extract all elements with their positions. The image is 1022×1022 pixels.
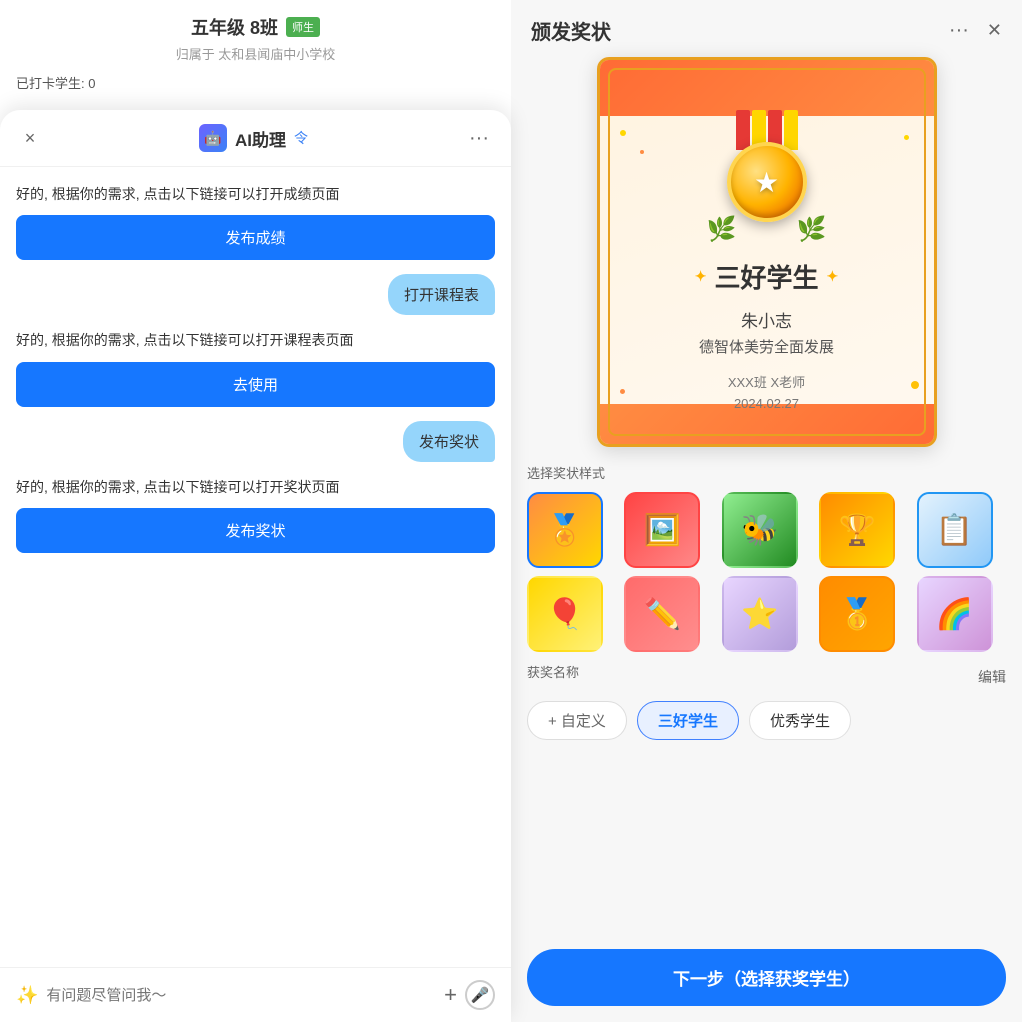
bot-text-1: 好的, 根据你的需求, 点击以下链接可以打开成绩页面: [16, 183, 495, 205]
template-item-5[interactable]: 📋: [917, 492, 993, 568]
decor-dot-3: [904, 135, 909, 140]
ribbon-red: [736, 110, 750, 150]
bot-text-2: 好的, 根据你的需求, 点击以下链接可以打开课程表页面: [16, 329, 495, 351]
ai-sparkle-icon: ✨: [16, 985, 38, 1006]
cert-top-bar: [600, 60, 934, 116]
award-close-button[interactable]: ✕: [987, 20, 1002, 41]
ai-input-bar: ✨ + 🎤: [0, 967, 511, 1022]
template-item-4[interactable]: 🏆: [819, 492, 895, 568]
left-panel: 五年级 8班 师生 归属于 太和县闻庙中小学校 已打卡学生: 0 × 🤖 AI助…: [0, 0, 511, 1022]
award-name-section: 获奖名称 编辑 + 自定义 三好学生 优秀学生: [511, 662, 1022, 752]
template-thumb-10: 🌈: [919, 578, 991, 650]
cert-award-name: ✦ 三好学生 ✦: [695, 258, 838, 295]
publish-award-button[interactable]: 发布奖状: [16, 508, 495, 553]
user-message-2: 发布奖状: [403, 421, 495, 462]
template-item-8[interactable]: ⭐: [722, 576, 798, 652]
award-more-button[interactable]: ···: [945, 19, 973, 42]
ai-icon: 🤖: [199, 124, 227, 152]
decor-dot-1: [620, 130, 626, 136]
award-header-right: ··· ✕: [945, 19, 1002, 42]
template-item-3[interactable]: 🐝: [722, 492, 798, 568]
bot-message-1: 好的, 根据你的需求, 点击以下链接可以打开成绩页面 发布成绩: [16, 183, 495, 260]
template-thumb-3: 🐝: [724, 494, 796, 566]
publish-grades-button[interactable]: 发布成绩: [16, 215, 495, 260]
more-button[interactable]: ···: [465, 127, 493, 150]
cert-student-name: 朱小志: [741, 307, 792, 332]
star-left: ✦: [695, 268, 707, 285]
close-button[interactable]: ×: [18, 126, 42, 150]
class-info: 已打卡学生: 0: [16, 73, 95, 92]
medal-circle: ★: [727, 142, 807, 222]
cert-description: 德智体美劳全面发展: [699, 336, 834, 357]
ai-panel-title: AI助理: [235, 126, 286, 151]
chip-row: + 自定义 三好学生 优秀学生: [527, 701, 1006, 740]
template-thumb-5: 📋: [919, 494, 991, 566]
ai-lightning: 令: [294, 128, 308, 148]
ai-chat-area: 好的, 根据你的需求, 点击以下链接可以打开成绩页面 发布成绩 打开课程表 好的…: [0, 167, 511, 967]
ai-panel-header: × 🤖 AI助理 令 ···: [0, 110, 511, 167]
template-item-6[interactable]: 🎈: [527, 576, 603, 652]
decor-dot-4: [911, 381, 919, 389]
award-header: 颁发奖状 ··· ✕: [511, 0, 1022, 57]
ai-panel: × 🤖 AI助理 令 ··· 好的, 根据你的需求, 点击以下链接可以打开成绩页…: [0, 110, 511, 1022]
add-icon[interactable]: +: [444, 982, 457, 1008]
teacher-badge: 师生: [286, 17, 320, 37]
class-title: 五年级 8班: [191, 14, 278, 40]
template-section-label: 选择奖状样式: [527, 463, 1006, 482]
medal-star-icon: ★: [754, 166, 779, 199]
template-thumb-1: 🏅: [529, 494, 601, 566]
bot-message-2: 好的, 根据你的需求, 点击以下链接可以打开课程表页面 去使用: [16, 329, 495, 406]
template-item-7[interactable]: ✏️: [624, 576, 700, 652]
template-thumb-7: ✏️: [626, 578, 698, 650]
template-thumb-6: 🎈: [529, 578, 601, 650]
certificate-preview: ★ 🌿 🌿 ✦ 三好学生 ✦ 朱小志 德智体美劳全面发展 XXX班 X老师: [511, 57, 1022, 463]
template-grid: 🏅 🖼️ 🐝 🏆 📋 🎈 ✏️ ⭐: [527, 492, 1006, 652]
ai-title-group: 🤖 AI助理 令: [199, 124, 308, 152]
template-thumb-8: ⭐: [724, 578, 796, 650]
user-message-1: 打开课程表: [388, 274, 495, 315]
add-custom-chip[interactable]: + 自定义: [527, 701, 627, 740]
template-section: 选择奖状样式 🏅 🖼️ 🐝 🏆 📋 🎈 ✏️: [511, 463, 1022, 662]
ribbon-yellow-2: [784, 110, 798, 150]
ai-chat-input[interactable]: [46, 987, 436, 1004]
use-schedule-button[interactable]: 去使用: [16, 362, 495, 407]
template-thumb-2: 🖼️: [626, 494, 698, 566]
award-name-header: 获奖名称 编辑: [527, 662, 1006, 691]
certificate: ★ 🌿 🌿 ✦ 三好学生 ✦ 朱小志 德智体美劳全面发展 XXX班 X老师: [597, 57, 937, 447]
microphone-icon[interactable]: 🎤: [465, 980, 495, 1010]
class-header: 五年级 8班 师生: [191, 14, 320, 40]
award-name-label: 获奖名称: [527, 662, 579, 681]
right-panel: 颁发奖状 ··· ✕: [511, 0, 1022, 1022]
you-xiu-chip[interactable]: 优秀学生: [749, 701, 851, 740]
cert-teacher-info: XXX班 X老师 2024.02.27: [728, 373, 805, 415]
san-hao-chip[interactable]: 三好学生: [637, 701, 739, 740]
template-item-10[interactable]: 🌈: [917, 576, 993, 652]
decor-dot-5: [620, 389, 625, 394]
template-thumb-4: 🏆: [821, 494, 893, 566]
star-right: ✦: [827, 268, 839, 285]
next-step-button[interactable]: 下一步（选择获奖学生）: [527, 949, 1006, 1006]
bot-text-3: 好的, 根据你的需求, 点击以下链接可以打开奖状页面: [16, 476, 495, 498]
template-item-2[interactable]: 🖼️: [624, 492, 700, 568]
template-thumb-9: 🥇: [821, 578, 893, 650]
template-item-9[interactable]: 🥇: [819, 576, 895, 652]
cert-medal: ★: [717, 110, 817, 230]
bot-message-3: 好的, 根据你的需求, 点击以下链接可以打开奖状页面 发布奖状: [16, 476, 495, 553]
edit-link[interactable]: 编辑: [978, 667, 1006, 687]
class-subtitle: 归属于 太和县闻庙中小学校: [176, 44, 336, 63]
decor-dot-2: [640, 150, 644, 154]
award-panel-title: 颁发奖状: [531, 16, 611, 45]
template-item-1[interactable]: 🏅: [527, 492, 603, 568]
